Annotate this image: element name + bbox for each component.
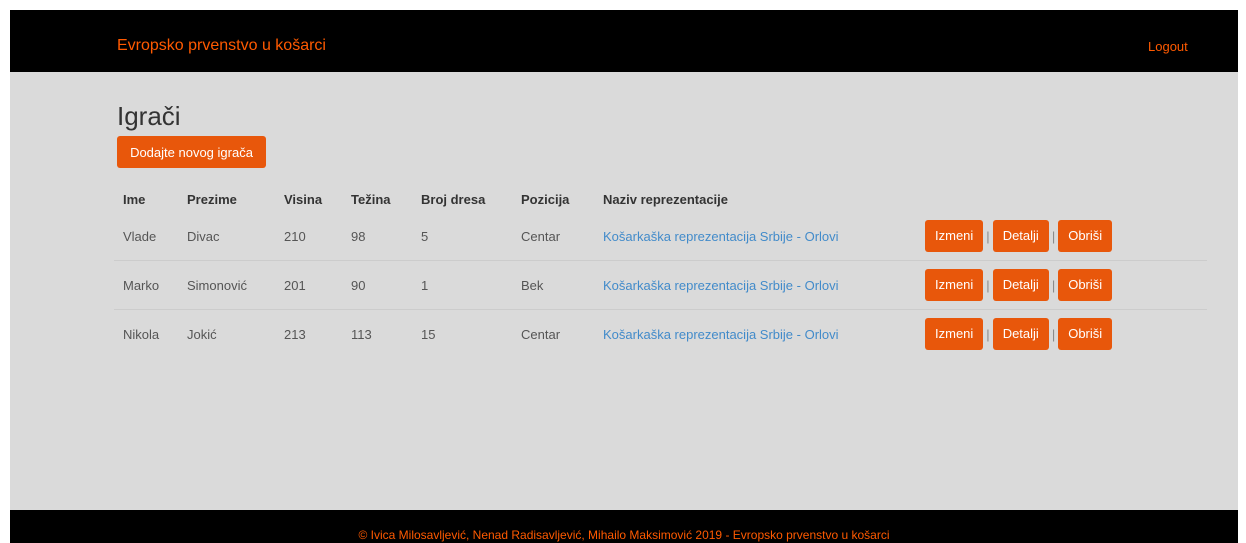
cell-naziv: Košarkaška reprezentacija Srbije - Orlov…: [594, 309, 916, 358]
table-row: Marko Simonović 201 90 1 Bek Košarkaška …: [114, 260, 1207, 310]
edit-button[interactable]: Izmeni: [925, 318, 984, 350]
cell-naziv: Košarkaška reprezentacija Srbije - Orlov…: [594, 211, 916, 261]
cell-pozicija: Bek: [512, 260, 594, 310]
delete-button[interactable]: Obriši: [1058, 220, 1113, 252]
details-button[interactable]: Detalji: [992, 220, 1049, 252]
action-separator: |: [986, 277, 990, 293]
header-visina: Visina: [284, 191, 323, 207]
cell-tezina: 98: [342, 211, 412, 261]
cell-prezime: Jokić: [178, 309, 275, 358]
edit-button[interactable]: Izmeni: [925, 220, 984, 252]
table-row: Vlade Divac 210 98 5 Centar Košarkaška r…: [114, 211, 1207, 261]
cell-tezina: 113: [342, 309, 412, 358]
cell-visina: 210: [275, 211, 342, 261]
cell-pozicija: Centar: [512, 211, 594, 261]
header-prezime: Prezime: [187, 191, 237, 207]
details-button[interactable]: Detalji: [992, 269, 1049, 301]
cell-broj-dresa: 5: [412, 211, 512, 261]
header-tezina: Težina: [351, 191, 391, 207]
navbar: Evropsko prvenstvo u košarci Logout: [10, 10, 1238, 72]
delete-button[interactable]: Obriši: [1058, 269, 1113, 301]
cell-actions: Izmeni | Detalji | Obriši: [916, 211, 1207, 261]
cell-ime: Marko: [114, 260, 178, 310]
cell-actions: Izmeni | Detalji | Obriši: [916, 309, 1207, 358]
logout-link[interactable]: Logout: [1148, 39, 1188, 55]
page-title: Igrači: [117, 101, 181, 131]
team-link[interactable]: Košarkaška reprezentacija Srbije - Orlov…: [603, 229, 839, 244]
cell-actions: Izmeni | Detalji | Obriši: [916, 260, 1207, 310]
cell-tezina: 90: [342, 260, 412, 310]
cell-naziv: Košarkaška reprezentacija Srbije - Orlov…: [594, 260, 916, 310]
cell-prezime: Simonović: [178, 260, 275, 310]
cell-visina: 201: [275, 260, 342, 310]
page-frame: Evropsko prvenstvo u košarci Logout Igra…: [10, 10, 1238, 543]
header-naziv-reprezentacije: Naziv reprezentacije: [603, 191, 729, 207]
cell-ime: Vlade: [114, 211, 178, 261]
edit-button[interactable]: Izmeni: [925, 269, 984, 301]
cell-broj-dresa: 1: [412, 260, 512, 310]
header-actions: [916, 187, 1207, 212]
action-separator: |: [986, 326, 990, 342]
header-pozicija: Pozicija: [521, 191, 570, 207]
add-player-button[interactable]: Dodajte novog igrača: [117, 136, 266, 168]
team-link[interactable]: Košarkaška reprezentacija Srbije - Orlov…: [603, 278, 839, 293]
players-table: Ime Prezime Visina Težina Broj dresa Poz…: [114, 187, 1207, 358]
cell-pozicija: Centar: [512, 309, 594, 358]
brand-link[interactable]: Evropsko prvenstvo u košarci: [117, 37, 326, 55]
action-separator: |: [1051, 326, 1056, 342]
table-header-row: Ime Prezime Visina Težina Broj dresa Poz…: [114, 187, 1207, 212]
table-row: Nikola Jokić 213 113 15 Centar Košarkašk…: [114, 309, 1207, 358]
cell-visina: 213: [275, 309, 342, 358]
header-broj-dresa: Broj dresa: [421, 191, 486, 207]
footer-copyright: © Ivica Milosavljević, Nenad Radisavljev…: [358, 528, 890, 542]
cell-ime: Nikola: [114, 309, 178, 358]
details-button[interactable]: Detalji: [992, 318, 1049, 350]
delete-button[interactable]: Obriši: [1058, 318, 1113, 350]
footer: © Ivica Milosavljević, Nenad Radisavljev…: [10, 510, 1238, 543]
cell-broj-dresa: 15: [412, 309, 512, 358]
team-link[interactable]: Košarkaška reprezentacija Srbije - Orlov…: [603, 327, 839, 342]
action-separator: |: [1051, 228, 1056, 244]
action-separator: |: [986, 228, 990, 244]
header-ime: Ime: [123, 191, 146, 207]
cell-prezime: Divac: [178, 211, 275, 261]
action-separator: |: [1051, 277, 1056, 293]
